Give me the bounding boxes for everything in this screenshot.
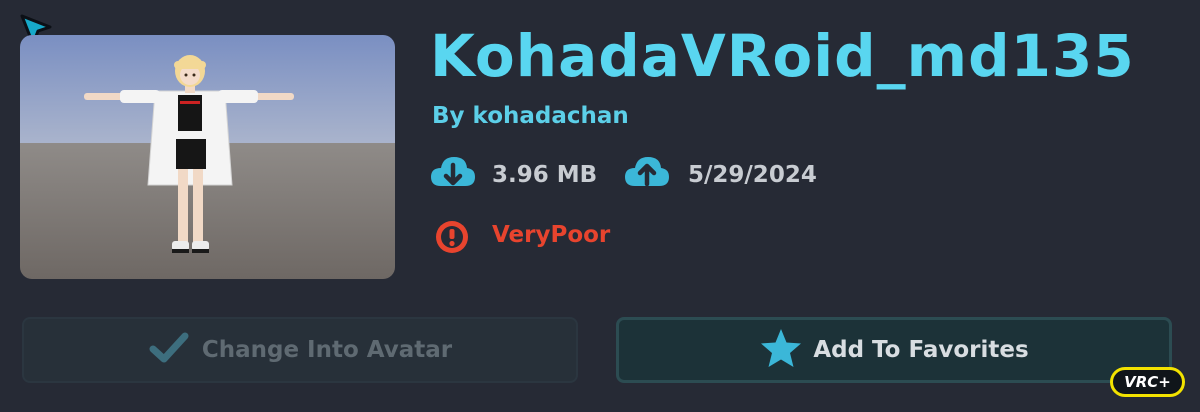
add-to-favorites-label: Add To Favorites	[813, 337, 1029, 363]
checkmark-icon	[148, 331, 190, 369]
cloud-download-icon	[430, 154, 476, 194]
add-to-favorites-button[interactable]: Add To Favorites	[616, 317, 1172, 383]
avatar-thumbnail	[20, 35, 395, 279]
file-size: 3.96 MB	[492, 162, 598, 188]
avatar-name: KohadaVRoid_md135	[430, 22, 1135, 90]
change-into-avatar-label: Change Into Avatar	[201, 337, 453, 363]
star-icon	[759, 327, 803, 373]
performance-rank: VeryPoor	[492, 222, 611, 248]
alert-circle-icon	[434, 219, 470, 255]
change-into-avatar-button[interactable]: Change Into Avatar	[22, 317, 578, 383]
vrc-plus-badge: VRC+	[1110, 367, 1185, 397]
avatar-author[interactable]: By kohadachan	[432, 103, 629, 129]
upload-date: 5/29/2024	[688, 162, 817, 188]
cloud-upload-icon	[624, 154, 670, 194]
